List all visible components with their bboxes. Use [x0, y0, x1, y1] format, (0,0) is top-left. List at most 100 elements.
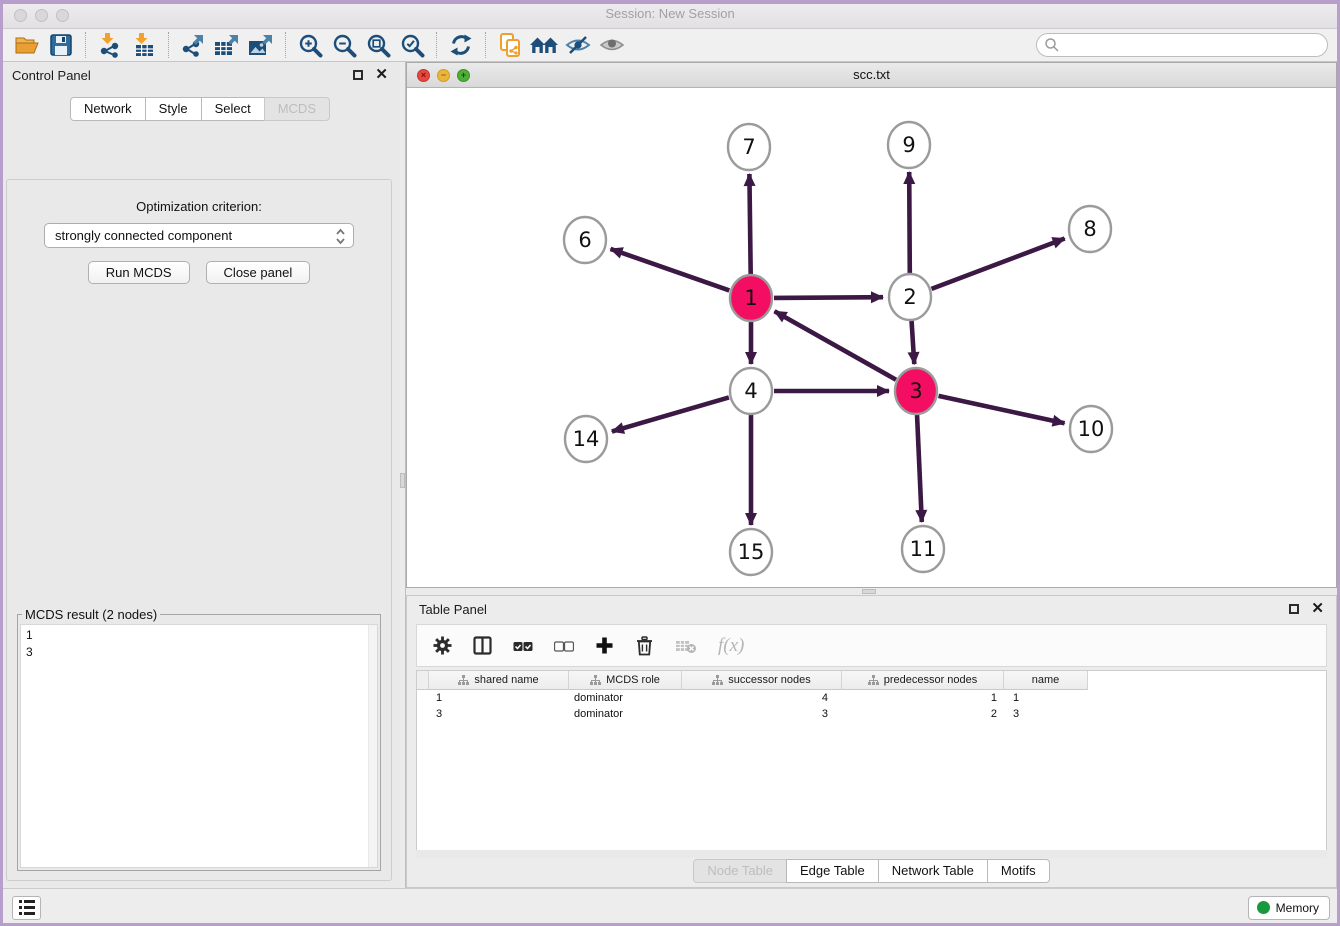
close-panel-button[interactable]: Close panel [206, 261, 311, 284]
table-settings-icon[interactable] [433, 636, 452, 655]
table-tabs: Node Table Edge Table Network Table Moti… [407, 858, 1336, 884]
zoom-fit-icon[interactable] [361, 31, 395, 59]
control-panel-tabs: Network Style Select MCDS [0, 97, 400, 121]
float-panel-icon[interactable] [353, 70, 363, 80]
zoom-out-icon[interactable] [327, 31, 361, 59]
tab-edge-table[interactable]: Edge Table [786, 859, 879, 883]
import-network-icon[interactable] [93, 31, 127, 59]
tab-network[interactable]: Network [70, 97, 146, 121]
close-panel-icon[interactable]: ✕ [1311, 604, 1324, 614]
graph-node-label-4: 4 [744, 379, 757, 403]
float-panel-icon[interactable] [1289, 604, 1299, 614]
tab-network-table[interactable]: Network Table [878, 859, 988, 883]
run-mcds-button[interactable]: Run MCDS [88, 261, 190, 284]
tab-motifs[interactable]: Motifs [987, 859, 1050, 883]
table-row[interactable]: 3 dominator 3 2 3 [417, 706, 1326, 722]
node-table[interactable]: shared name MCDS role successor nodes pr… [416, 670, 1327, 854]
graph-edge-1-2[interactable] [774, 297, 883, 298]
zoom-selected-icon[interactable] [395, 31, 429, 59]
show-tasks-button[interactable] [12, 896, 41, 920]
mcds-result-title: MCDS result (2 nodes) [22, 607, 160, 622]
result-line: 3 [26, 644, 372, 661]
export-table-icon[interactable] [210, 31, 244, 59]
export-network-icon[interactable] [176, 31, 210, 59]
memory-label: Memory [1276, 901, 1319, 915]
import-table-icon[interactable] [127, 31, 161, 59]
tab-node-table[interactable]: Node Table [693, 859, 787, 883]
graph-edge-3-11[interactable] [917, 414, 922, 522]
show-all-icon[interactable] [595, 31, 629, 59]
graph-edge-2-8[interactable] [932, 239, 1065, 289]
mcds-result-text[interactable]: 1 3 [20, 624, 378, 868]
column-header-predecessor-nodes[interactable]: predecessor nodes [842, 671, 1004, 690]
zoom-in-icon[interactable] [293, 31, 327, 59]
splitter-handle[interactable] [400, 473, 405, 488]
network-graph: 7968124314101511 [407, 89, 1336, 588]
graph-edge-2-3[interactable] [912, 320, 915, 364]
hide-selected-icon[interactable] [561, 31, 595, 59]
network-minimize-icon[interactable]: − [437, 69, 450, 82]
table-panel-header: Table Panel ✕ [407, 596, 1336, 622]
network-window-titlebar: × − + scc.txt [407, 63, 1336, 88]
toolbar-separator [85, 32, 86, 58]
graph-edge-1-6[interactable] [611, 249, 730, 291]
graph-edge-3-1[interactable] [775, 311, 897, 379]
graph-edge-3-10[interactable] [939, 396, 1065, 423]
horizontal-splitter[interactable] [406, 588, 1337, 595]
column-header-mcds-role[interactable]: MCDS role [569, 671, 682, 690]
column-header-shared-name[interactable]: shared name [429, 671, 569, 690]
window-zoom-icon[interactable] [56, 9, 69, 22]
window-titlebar: Session: New Session [0, 0, 1340, 29]
export-image-icon[interactable] [244, 31, 278, 59]
splitter-handle[interactable] [862, 589, 876, 594]
window-minimize-icon[interactable] [35, 9, 48, 22]
column-header-successor-nodes[interactable]: successor nodes [682, 671, 842, 690]
column-header-name[interactable]: name [1004, 671, 1088, 690]
table-row[interactable]: 1 dominator 4 1 1 [417, 690, 1326, 706]
graph-node-label-6: 6 [578, 228, 591, 252]
apply-function-icon[interactable]: f(x) [718, 635, 744, 657]
network-window: × − + scc.txt 7968124314101511 [406, 62, 1337, 588]
delete-table-icon[interactable] [675, 638, 697, 654]
delete-column-icon[interactable] [635, 636, 654, 656]
graph-edge-2-9[interactable] [909, 172, 910, 274]
new-network-from-selection-icon[interactable] [493, 31, 527, 59]
tab-select[interactable]: Select [201, 97, 265, 121]
result-scrollbar[interactable] [368, 625, 377, 867]
deselect-all-rows-icon[interactable] [554, 640, 574, 652]
network-canvas[interactable]: 7968124314101511 [407, 89, 1336, 587]
result-line: 1 [26, 627, 372, 644]
close-panel-icon[interactable]: ✕ [375, 70, 388, 80]
tab-mcds[interactable]: MCDS [264, 97, 330, 121]
criterion-select[interactable]: strongly connected component [44, 223, 354, 248]
network-close-icon[interactable]: × [417, 69, 430, 82]
memory-button[interactable]: Memory [1248, 896, 1330, 920]
save-session-icon[interactable] [44, 31, 78, 59]
graph-node-label-14: 14 [573, 427, 600, 451]
graph-node-label-9: 9 [902, 133, 915, 157]
search-icon [1044, 37, 1060, 58]
search-field[interactable] [1036, 33, 1328, 57]
memory-status-icon [1257, 901, 1270, 914]
open-session-icon[interactable] [10, 31, 44, 59]
graph-node-label-15: 15 [738, 540, 765, 564]
graph-node-label-2: 2 [903, 285, 916, 309]
graph-node-label-10: 10 [1078, 417, 1105, 441]
split-columns-icon[interactable] [473, 636, 492, 655]
add-column-icon[interactable] [595, 636, 614, 655]
graph-edge-4-14[interactable] [612, 397, 729, 431]
toolbar-separator [285, 32, 286, 58]
first-neighbors-icon[interactable] [527, 31, 561, 59]
window-close-icon[interactable] [14, 9, 27, 22]
row-gutter [417, 671, 429, 690]
control-panel-header: Control Panel ✕ [0, 62, 400, 88]
search-input[interactable] [1036, 33, 1328, 57]
toolbar-separator [436, 32, 437, 58]
tab-style[interactable]: Style [145, 97, 202, 121]
network-maximize-icon[interactable]: + [457, 69, 470, 82]
mcds-result-group: MCDS result (2 nodes) 1 3 [17, 607, 381, 871]
graph-edge-1-7[interactable] [749, 174, 750, 275]
table-panel-title: Table Panel [419, 602, 487, 617]
refresh-view-icon[interactable] [444, 31, 478, 59]
select-all-rows-icon[interactable] [513, 640, 533, 652]
